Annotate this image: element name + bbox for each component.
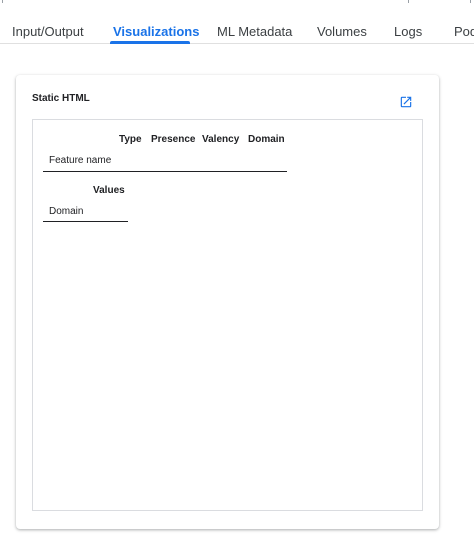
tab-visualizations[interactable]: Visualizations <box>113 24 199 39</box>
top-edge-mark <box>408 0 409 3</box>
open-in-new-icon[interactable] <box>399 95 413 109</box>
static-html-frame: Type Presence Valency Domain Feature nam… <box>32 119 423 511</box>
feature-name-cell: Feature name <box>49 155 112 166</box>
features-table-rule <box>43 171 287 172</box>
header-valency: Valency <box>202 134 240 145</box>
tab-bar: Input/Output Visualizations ML Metadata … <box>0 0 474 44</box>
top-edge-mark <box>2 0 3 3</box>
header-type: Type <box>119 134 142 145</box>
card-title: Static HTML <box>32 93 90 104</box>
tab-ml-metadata[interactable]: ML Metadata <box>217 24 292 39</box>
header-domain: Domain <box>248 134 285 145</box>
domains-table-rule <box>43 221 128 222</box>
tab-pod[interactable]: Pod <box>454 24 474 39</box>
header-values: Values <box>93 185 125 196</box>
tab-volumes[interactable]: Volumes <box>317 24 367 39</box>
visualization-card: Static HTML Type Presence Valency Domain… <box>16 75 439 529</box>
domain-cell: Domain <box>49 206 84 217</box>
tab-logs[interactable]: Logs <box>394 24 422 39</box>
header-presence: Presence <box>151 134 196 145</box>
top-edge-mark <box>470 0 471 3</box>
active-tab-indicator <box>110 41 190 44</box>
tab-input-output[interactable]: Input/Output <box>12 24 84 39</box>
